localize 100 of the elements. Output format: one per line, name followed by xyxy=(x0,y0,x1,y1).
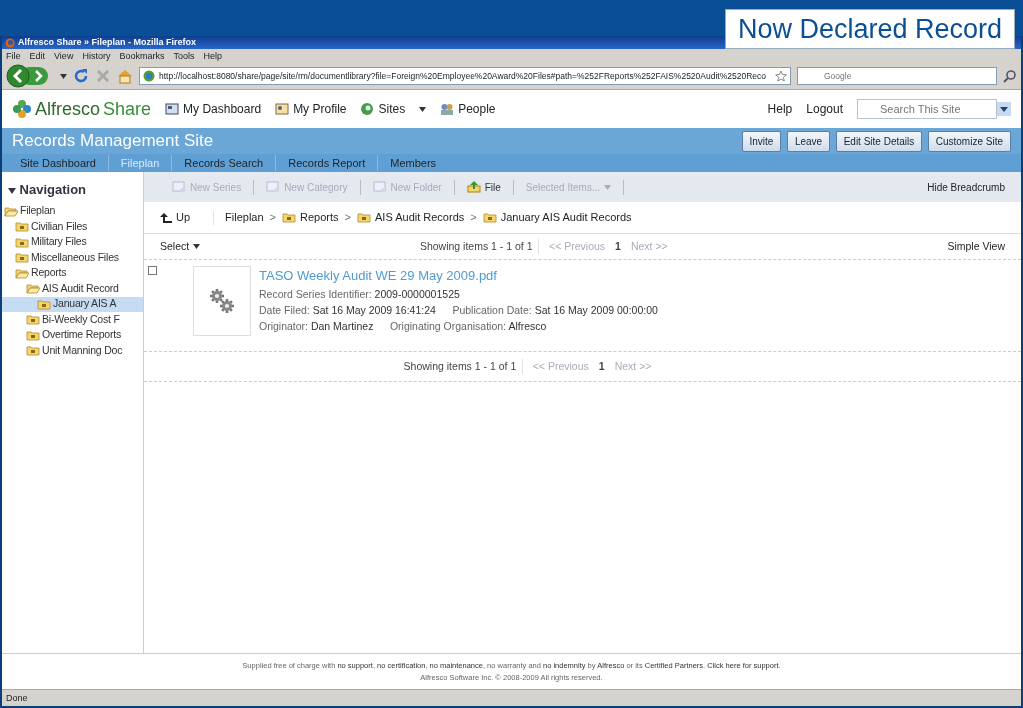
site-icon xyxy=(143,70,155,82)
site-button[interactable]: Edit Site Details xyxy=(835,130,923,152)
dropdown-icon xyxy=(419,106,427,112)
search-field[interactable]: Search This Site xyxy=(857,99,997,119)
navigation-heading: Navigation xyxy=(2,180,143,204)
metadata-field: Originating Organisation: Alfresco xyxy=(389,317,547,334)
breadcrumb-link[interactable]: January AIS Audit Records xyxy=(482,209,632,226)
tree-item[interactable]: Fileplan xyxy=(2,203,143,219)
menu-item[interactable]: Help xyxy=(203,49,222,63)
search-icon xyxy=(1003,69,1017,83)
tree-item[interactable]: Miscellaneous Files xyxy=(2,250,143,266)
dropdown-icon xyxy=(193,244,201,249)
tree-item[interactable]: Military Files xyxy=(2,234,143,250)
sites-icon xyxy=(360,102,375,116)
metadata-field: Originator: Dan Martinez xyxy=(259,317,374,334)
toolbar-button[interactable]: File xyxy=(454,179,514,195)
menu-item[interactable]: File xyxy=(6,49,21,63)
tree-label: Overtime Reports xyxy=(42,327,122,343)
star-icon xyxy=(775,70,787,82)
select-menu[interactable]: Select xyxy=(160,238,201,255)
tree-label: Unit Manning Doc xyxy=(42,342,123,358)
up-arrow-icon xyxy=(160,212,172,223)
hide-breadcrumb-link[interactable]: Hide Breadcrumb xyxy=(927,179,1005,195)
logo-icon xyxy=(12,99,32,119)
dashboard-icon xyxy=(165,102,180,116)
breadcrumb-separator: > xyxy=(269,210,277,226)
web-search-field[interactable]: Google xyxy=(797,67,997,85)
site-button[interactable]: Customize Site xyxy=(927,130,1011,152)
site-nav-tab[interactable]: Site Dashboard xyxy=(8,154,109,172)
logo-text: Share xyxy=(103,97,152,121)
tree-item[interactable]: Reports xyxy=(2,265,143,281)
menu-item[interactable]: View xyxy=(54,49,74,63)
new-item-icon xyxy=(266,181,281,193)
menu-item[interactable]: Tools xyxy=(173,49,195,63)
open-folder-icon xyxy=(4,205,18,217)
profile-icon xyxy=(275,102,290,116)
site-button[interactable]: Invite xyxy=(741,130,782,152)
page-number: 1 xyxy=(598,358,605,374)
tree-label: Reports xyxy=(31,265,67,281)
breadcrumb-link[interactable]: AIS Audit Records xyxy=(357,209,465,226)
folder-icon xyxy=(282,212,297,223)
tree-item[interactable]: Overtime Reports xyxy=(2,327,143,343)
up-link[interactable]: Up xyxy=(160,209,191,226)
folder-icon xyxy=(357,212,371,223)
tree-label: Bi-Weekly Cost F xyxy=(42,311,120,327)
menu-item[interactable]: Edit xyxy=(29,49,46,63)
folder-icon xyxy=(15,221,29,233)
address-field[interactable]: http://localhost:8080/share/page/site/rm/documentlibrary?file=Foreign%20Employee%20Award%20Files#path=%252FReports%252FAIS%2520Audit%2520Reco xyxy=(139,67,791,85)
site-nav-tab[interactable]: Members xyxy=(378,154,449,172)
logo-text: Alfresco xyxy=(35,97,101,121)
folder-icon xyxy=(37,298,51,310)
window-title: Alfresco Share » Fileplan - Mozilla Firefox xyxy=(18,36,197,49)
slide-title: Now Declared Record xyxy=(724,9,1015,49)
menu-item[interactable]: History xyxy=(82,49,111,63)
paging-status: Showing items 1 - 1 of 1 xyxy=(403,358,523,375)
dropdown-icon xyxy=(997,102,1011,116)
breadcrumb-link[interactable]: Fileplan xyxy=(225,209,264,226)
tree-item[interactable]: AIS Audit Record xyxy=(2,281,143,297)
new-item-icon xyxy=(172,181,186,193)
folder-icon xyxy=(482,212,497,223)
breadcrumb-link[interactable]: Reports xyxy=(282,209,339,226)
tree-item[interactable]: Unit Manning Doc xyxy=(2,343,143,359)
open-folder-icon xyxy=(15,267,29,279)
open-folder-icon xyxy=(26,283,40,295)
collapse-icon xyxy=(8,187,16,194)
tree-label: January AIS A xyxy=(53,296,117,312)
nav-link[interactable]: My Profile xyxy=(275,100,347,118)
page-number: 1 xyxy=(615,238,621,254)
view-toggle[interactable]: Simple View xyxy=(947,238,1005,255)
home-icon xyxy=(117,68,133,84)
nav-link[interactable]: Sites xyxy=(360,100,406,118)
tree-item[interactable]: January AIS A xyxy=(2,296,143,312)
url-text: http://localhost:8080/share/page/site/rm/documentlibrary?file=Foreign%20Employee%20Award%20Files#path=%252FReports%252FAIS%2520Audit%2520Reco xyxy=(159,69,766,83)
nav-link[interactable]: People xyxy=(440,100,496,118)
tree-label: Miscellaneous Files xyxy=(31,249,119,265)
header-link[interactable]: Help xyxy=(767,100,793,118)
reload-icon xyxy=(73,68,89,84)
paging-status: Showing items 1 - 1 of 1 xyxy=(419,238,540,255)
site-button[interactable]: Leave xyxy=(786,130,831,152)
folder-icon xyxy=(26,329,40,341)
folder-icon xyxy=(26,314,40,326)
tree-item[interactable]: Civilian Files xyxy=(2,219,143,235)
metadata-field: Publication Date: Sat 16 May 2009 00:00:00 xyxy=(452,301,658,318)
nav-link[interactable]: My Dashboard xyxy=(165,100,262,118)
status-text: Done xyxy=(6,693,28,703)
folder-icon xyxy=(26,345,40,357)
tree-label: Fileplan xyxy=(20,203,56,219)
breadcrumb-separator: > xyxy=(470,210,477,226)
tree-item[interactable]: Bi-Weekly Cost F xyxy=(2,312,143,328)
dropdown-icon xyxy=(60,73,67,79)
upload-icon xyxy=(466,181,481,193)
site-title: Records Management Site xyxy=(12,130,214,153)
checkbox[interactable] xyxy=(148,266,157,275)
folder-icon xyxy=(15,236,29,248)
header-link[interactable]: Logout xyxy=(806,100,843,118)
site-nav-tab[interactable]: Records Report xyxy=(276,154,379,172)
metadata-field: Date Filed: Sat 16 May 2009 16:41:24 xyxy=(259,301,436,318)
menu-item[interactable]: Bookmarks xyxy=(119,49,165,63)
tree-label: Military Files xyxy=(31,234,87,250)
site-nav-tab[interactable]: Records Search xyxy=(172,154,277,172)
